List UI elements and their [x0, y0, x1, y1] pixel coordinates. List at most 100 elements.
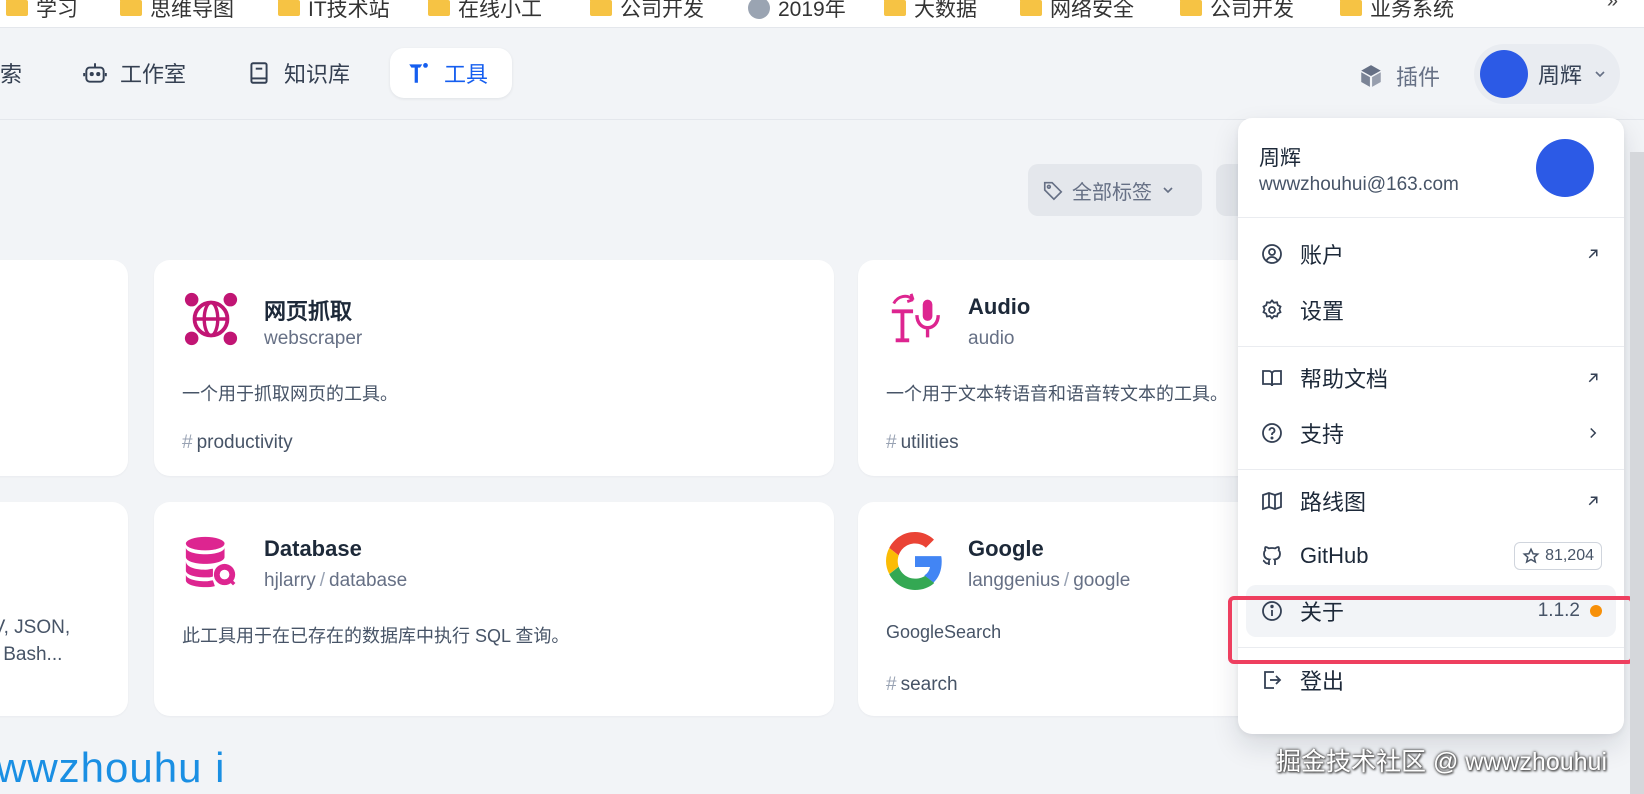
tool-card-title: Database [264, 536, 362, 561]
chevron-right-icon [1590, 427, 1597, 439]
globe-icon [748, 0, 770, 19]
menu-item-label: 账户 [1300, 243, 1345, 268]
folder-icon [428, 0, 450, 16]
robot-icon [83, 63, 107, 83]
github-stars-badge: 81,204 [1514, 542, 1602, 570]
folder-icon [590, 0, 612, 16]
github-icon [1262, 546, 1281, 565]
menu-item-account[interactable]: 账户 [1246, 228, 1616, 280]
arrow-up-right-icon [1588, 249, 1598, 259]
folder-icon [1180, 0, 1202, 16]
bookmark-label: 公司开发 [620, 0, 704, 21]
nav-explore[interactable]: 索 [0, 48, 38, 98]
help-circle-icon [1262, 423, 1282, 443]
tool-card-author: hjlarry [264, 570, 316, 591]
tool-card-audio[interactable]: Audio audio 一个用于文本转语音和语音转文本的工具。 # utiliti… [858, 260, 1298, 476]
folder-icon [1020, 0, 1042, 16]
tool-card-plugin-id: google [1073, 570, 1131, 591]
bookmark-item[interactable]: 公司开发 [590, 0, 704, 28]
bookmark-item[interactable]: 网络安全 [1020, 0, 1134, 28]
nav-tools[interactable]: 工具 [390, 48, 512, 98]
menu-item-label: GitHub [1300, 543, 1369, 568]
bookmark-label: 公司开发 [1210, 0, 1294, 21]
bookmarks-bar: 学习 思维导图 IT技术站 在线小工 公司开发 2019年 大数据 网络安全 公… [0, 0, 1644, 28]
bookmark-item[interactable]: 思维导图 [120, 0, 234, 28]
tool-card-description: 一个用于抓取网页的工具。 [182, 384, 398, 404]
menu-item-trail [1584, 245, 1602, 263]
tool-card-subtitle: webscraper [264, 328, 362, 350]
tool-card-description: GoogleSearch [886, 622, 1002, 642]
gear-icon [1262, 299, 1282, 320]
tools-icon [409, 63, 428, 83]
tool-card-subtitle: langgenius / google [968, 570, 1131, 591]
folder-icon [278, 0, 300, 16]
scrollbar[interactable] [1630, 152, 1644, 794]
folder-icon [120, 0, 142, 16]
tool-card-tag-label: productivity [196, 432, 293, 453]
top-navigation: 索 工作室 知识库 工具 插件 周辉 [0, 28, 1644, 120]
tool-card-database[interactable]: Database hjlarry / database 此工具用于在已存在的数据库中… [154, 502, 834, 716]
nav-studio-label: 工作室 [120, 62, 187, 87]
tool-card-plugin-id: audio [968, 328, 1015, 349]
tool-card-tag-label: utilities [900, 432, 959, 453]
menu-item-github[interactable]: GitHub 81,204 [1246, 530, 1616, 582]
tool-card-tag-label: search [900, 674, 958, 695]
watermark-text: wwzhouhu i [0, 744, 226, 791]
nav-explore-label: 索 [0, 62, 23, 87]
nav-knowledge[interactable]: 知识库 [230, 48, 366, 98]
tool-card-description-line: S, Bash... [0, 644, 63, 665]
menu-divider [1238, 469, 1624, 470]
plugins-button[interactable]: 插件 [1358, 60, 1440, 92]
bookmark-label: 2019年 [778, 0, 846, 21]
menu-item-label: 设置 [1300, 299, 1345, 324]
menu-item-label: 登出 [1300, 669, 1345, 694]
chevron-down-icon [1163, 187, 1173, 194]
user-circle-icon [1262, 244, 1282, 264]
user-name: 周辉 [1538, 63, 1583, 88]
menu-divider [1238, 346, 1624, 347]
tool-card-title: 网页抓取 [264, 299, 353, 324]
folder-icon [1340, 0, 1362, 16]
tool-card-plugin-id: database [329, 570, 408, 591]
menu-item-label: 帮助文档 [1300, 367, 1389, 392]
plugins-label: 插件 [1396, 65, 1441, 90]
bookmark-item[interactable]: 公司开发 [1180, 0, 1294, 28]
map-icon [1262, 491, 1282, 511]
tool-card-webscraper[interactable]: 网页抓取 webscraper 一个用于抓取网页的工具。 # productivi… [154, 260, 834, 476]
user-menu-trigger[interactable]: 周辉 [1474, 44, 1620, 104]
menu-item-roadmap[interactable]: 路线图 [1246, 475, 1616, 527]
bookmark-item[interactable]: 学习 [6, 0, 78, 28]
open-book-icon [1262, 370, 1282, 387]
bookmark-item[interactable]: 在线小工 [428, 0, 542, 28]
folder-icon [884, 0, 906, 16]
nav-studio[interactable]: 工作室 [66, 48, 202, 98]
tool-card-plugin-id: webscraper [264, 328, 363, 349]
bookmark-item[interactable]: 业务系统 [1340, 0, 1454, 28]
tag-icon [1043, 181, 1063, 201]
bookmark-label: IT技术站 [308, 0, 390, 21]
tool-card-tag: # productivity [182, 432, 293, 453]
webscraper-globe-icon [184, 292, 238, 346]
tag-filter-dropdown[interactable]: 全部标签 [1028, 164, 1202, 216]
bookmark-label: 大数据 [914, 0, 977, 21]
bookmarks-overflow-icon[interactable]: » [1607, 0, 1618, 13]
github-stars-count: 81,204 [1545, 547, 1594, 564]
bookmark-item[interactable]: 2019年 [748, 0, 846, 28]
menu-item-help-docs[interactable]: 帮助文档 [1246, 352, 1616, 404]
user-menu-name: 周辉 [1259, 147, 1301, 170]
nav-knowledge-label: 知识库 [284, 62, 351, 87]
menu-item-support[interactable]: 支持 [1246, 407, 1616, 459]
tool-card-tag: # utilities [886, 432, 959, 453]
bookmark-item[interactable]: 大数据 [884, 0, 977, 28]
database-search-icon [185, 536, 236, 588]
tool-card-partial[interactable]: SV, JSON, S, Bash... [0, 502, 128, 716]
cube-icon [1361, 65, 1381, 87]
avatar [1536, 139, 1594, 197]
menu-item-settings[interactable]: 设置 [1246, 284, 1616, 336]
arrow-up-right-icon [1588, 373, 1598, 383]
bookmark-item[interactable]: IT技术站 [278, 0, 390, 28]
tool-card-description: 此工具用于在已存在的数据库中执行 SQL 查询。 [182, 626, 570, 646]
tool-card-partial[interactable] [0, 260, 128, 476]
chevron-down-icon [1595, 71, 1605, 78]
tool-card-subtitle: audio [968, 328, 1015, 350]
